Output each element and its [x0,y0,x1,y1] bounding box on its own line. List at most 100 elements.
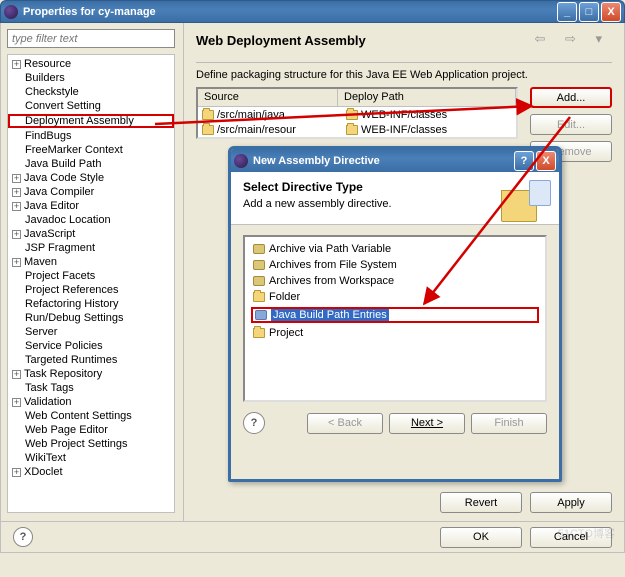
maximize-button[interactable]: □ [579,2,599,22]
expand-icon[interactable]: + [12,468,21,477]
tree-item-refactoring-history[interactable]: Refactoring History [8,297,174,311]
tree-item-xdoclet[interactable]: +XDoclet [8,465,174,479]
tree-item-java-build-path[interactable]: Java Build Path [8,157,174,171]
jar-icon [255,310,267,320]
tree-item-label: Web Project Settings [25,438,128,450]
tree-item-web-page-editor[interactable]: Web Page Editor [8,423,174,437]
tree-item-builders[interactable]: Builders [8,71,174,85]
tree-item-resource[interactable]: +Resource [8,57,174,71]
tree-item-label: Run/Debug Settings [25,312,123,324]
panel-description: Define packaging structure for this Java… [196,69,612,81]
tree-item-server[interactable]: Server [8,325,174,339]
tree-item-label: Builders [25,72,65,84]
directive-archives-from-workspace[interactable]: Archives from Workspace [247,273,543,289]
ok-button[interactable]: OK [440,527,522,548]
back-button[interactable]: < Back [307,413,383,434]
left-panel: +ResourceBuilders CheckstyleConvert Setti… [1,23,184,521]
directive-archives-from-file-system[interactable]: Archives from File System [247,257,543,273]
tree-item-java-editor[interactable]: +Java Editor [8,199,174,213]
dialog-heading: Select Directive Type [243,180,499,194]
tree-item-javadoc-location[interactable]: Javadoc Location [8,213,174,227]
edit-button[interactable]: Edit... [530,114,612,135]
tree-item-convert-setting[interactable]: Convert Setting [8,99,174,113]
tree-item-checkstyle[interactable]: Checkstyle [8,85,174,99]
dialog-titlebar: New Assembly Directive ? X [231,149,559,172]
help-icon[interactable]: ? [13,527,33,547]
category-tree[interactable]: +ResourceBuilders CheckstyleConvert Setti… [7,54,175,513]
tree-item-targeted-runtimes[interactable]: Targeted Runtimes [8,353,174,367]
directive-archive-via-path-variable[interactable]: Archive via Path Variable [247,241,543,257]
tree-item-web-content-settings[interactable]: Web Content Settings [8,409,174,423]
expand-icon[interactable]: + [12,230,21,239]
cell-deploy: WEB-INF/classes [361,124,447,136]
folder-icon [346,125,358,135]
filter-input[interactable] [7,29,175,48]
folder-icon [346,110,358,120]
expand-icon[interactable]: + [12,188,21,197]
expand-icon[interactable]: + [12,174,21,183]
eclipse-icon [4,5,18,19]
tree-item-java-compiler[interactable]: +Java Compiler [8,185,174,199]
tree-item-project-facets[interactable]: Project Facets [8,269,174,283]
expand-icon[interactable]: + [12,60,21,69]
revert-button[interactable]: Revert [440,492,522,513]
dialog-sub: Add a new assembly directive. [243,198,499,210]
assembly-table[interactable]: Source Deploy Path /src/main/javaWEB-INF… [196,87,518,139]
close-button[interactable]: X [601,2,621,22]
tree-item-label: Checkstyle [25,86,79,98]
apply-button[interactable]: Apply [530,492,612,513]
tree-item-web-project-settings[interactable]: Web Project Settings [8,437,174,451]
tree-item-validation[interactable]: +Validation [8,395,174,409]
dialog-help-icon[interactable]: ? [243,412,265,434]
window-title: Properties for cy-manage [23,6,156,18]
tree-item-project-references[interactable]: Project References [8,283,174,297]
tree-item-label: Web Content Settings [25,410,132,422]
tree-item-maven[interactable]: +Maven [8,255,174,269]
cell-deploy: WEB-INF/classes [361,109,447,121]
add-button[interactable]: Add... [530,87,612,108]
finish-button[interactable]: Finish [471,413,547,434]
jar-icon [253,276,265,286]
tree-item-label: FindBugs [25,130,71,142]
wizard-banner-icon [501,178,553,222]
tree-item-label: Refactoring History [25,298,119,310]
jar-icon [253,260,265,270]
directive-java-build-path-entries[interactable]: Java Build Path Entries [251,307,539,323]
expand-icon[interactable]: + [12,258,21,267]
tree-item-findbugs[interactable]: FindBugs [8,129,174,143]
tree-item-label: WikiText [25,452,66,464]
tree-item-wikitext[interactable]: WikiText [8,451,174,465]
tree-item-label: Project Facets [25,270,95,282]
tree-item-deployment-assembly[interactable]: Deployment Assembly [8,114,174,128]
tree-item-jsp-fragment[interactable]: JSP Fragment [8,241,174,255]
nav-arrows[interactable]: ⇦ ⇨ ▾ [534,31,610,47]
minimize-button[interactable]: _ [557,2,577,22]
tree-item-label: Java Build Path [25,158,101,170]
tree-item-javascript[interactable]: +JavaScript [8,227,174,241]
tree-item-label: Targeted Runtimes [25,354,117,366]
expand-icon[interactable]: + [12,398,21,407]
directive-list[interactable]: Archive via Path VariableArchives from F… [243,235,547,402]
next-button[interactable]: Next > [389,413,465,434]
dialog-help-button[interactable]: ? [514,151,534,171]
expand-icon[interactable]: + [12,370,21,379]
table-row[interactable]: /src/main/javaWEB-INF/classes [198,107,516,122]
dialog-title: New Assembly Directive [253,155,380,167]
col-deploy[interactable]: Deploy Path [338,89,516,106]
tree-item-freemarker-context[interactable]: FreeMarker Context [8,143,174,157]
expand-icon[interactable]: + [12,202,21,211]
directive-label: Java Build Path Entries [271,309,389,321]
directive-folder[interactable]: Folder [247,289,543,305]
directive-project[interactable]: Project [247,325,543,341]
tree-item-label: Maven [24,256,57,268]
tree-item-java-code-style[interactable]: +Java Code Style [8,171,174,185]
tree-item-service-policies[interactable]: Service Policies [8,339,174,353]
table-row[interactable]: /src/main/resour WEB-INF/classes [198,122,516,137]
cell-source: /src/main/resour [217,124,296,136]
tree-item-task-tags[interactable]: Task Tags [8,381,174,395]
tree-item-task-repository[interactable]: +Task Repository [8,367,174,381]
dialog-close-button[interactable]: X [536,151,556,171]
col-source[interactable]: Source [198,89,338,106]
tree-item-run-debug-settings[interactable]: Run/Debug Settings [8,311,174,325]
watermark: 51CTO博客 [558,525,615,541]
